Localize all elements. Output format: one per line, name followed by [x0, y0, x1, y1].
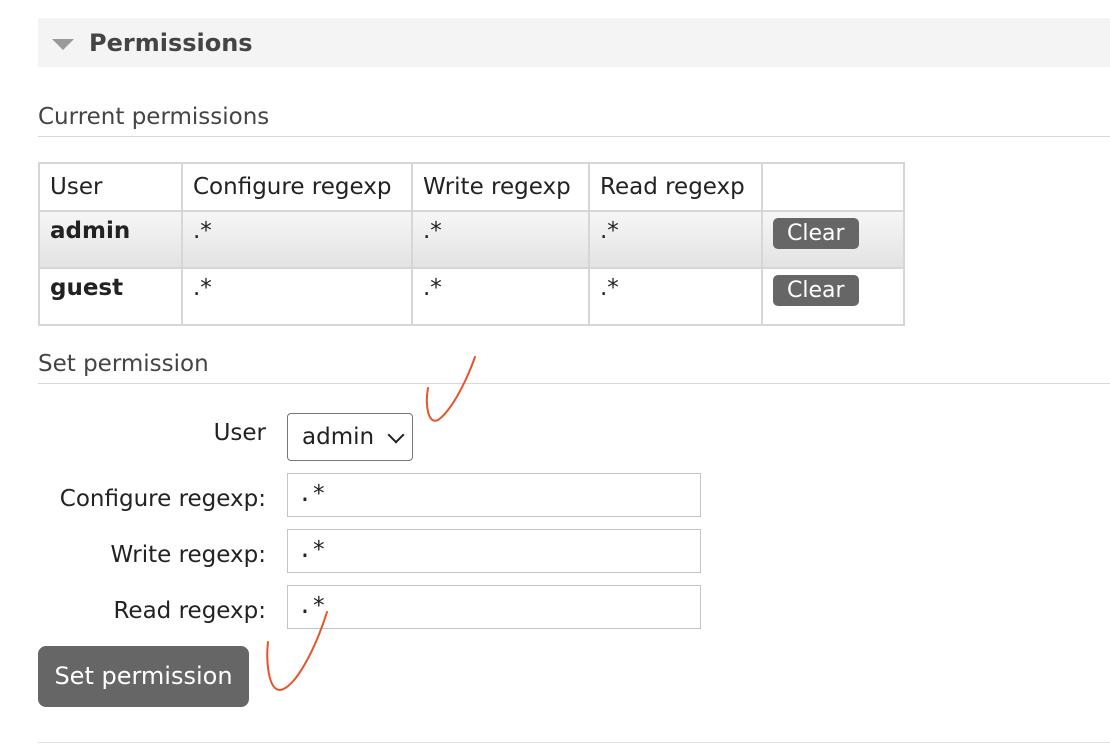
checkmark-annotation — [425, 356, 476, 422]
checkmark-annotation — [266, 611, 328, 692]
handwritten-checkmarks — [266, 356, 476, 692]
